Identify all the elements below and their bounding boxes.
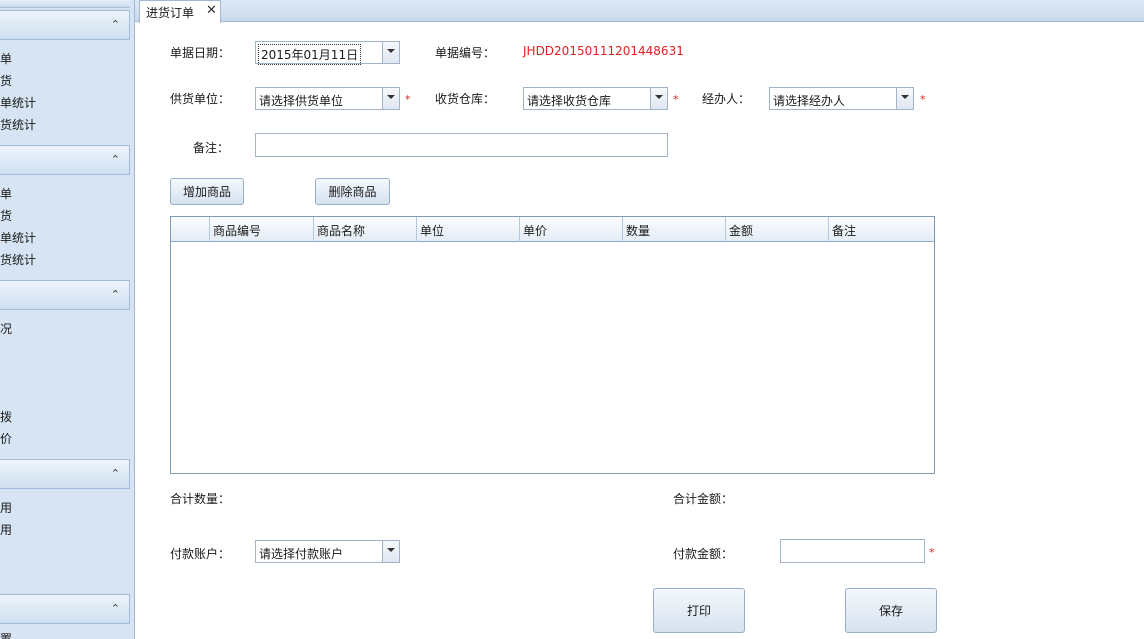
sidebar-item[interactable]: 货 [0, 207, 12, 224]
total-qty-label: 合计数量： [170, 492, 231, 506]
pay-amount-label: 付款金额： [673, 547, 734, 561]
date-label: 单据日期： [170, 46, 231, 60]
sidebar-item[interactable]: 用 [0, 521, 12, 538]
dropdown-button[interactable] [382, 541, 399, 562]
date-value: 2015年01月11日 [258, 44, 362, 65]
main-panel: 进货订单 ✕ 单据日期： 2015年01月11日 单据编号： JHDD20150… [135, 0, 1144, 639]
sidebar-group-header-3[interactable]: ⌃ [0, 280, 130, 310]
account-value: 请选择付款账户 [259, 547, 344, 561]
sidebar-group-header-2[interactable]: ⌃ [0, 145, 130, 175]
save-button[interactable]: 保存 [845, 588, 937, 633]
pay-amount-input[interactable] [780, 539, 925, 563]
sidebar-group-header-4[interactable]: ⌃ [0, 459, 130, 489]
remark-input[interactable] [255, 133, 668, 157]
chevron-down-icon [387, 548, 395, 552]
supplier-value: 请选择供货单位 [259, 94, 344, 108]
chevron-up-icon[interactable]: ⌃ [111, 153, 120, 166]
sidebar-group-header-5[interactable]: ⌃ [0, 594, 130, 624]
supplier-label: 供货单位： [170, 92, 231, 106]
required-mark: * [920, 93, 926, 106]
chevron-down-icon [901, 95, 909, 99]
sidebar-group-header-1[interactable]: ⌃ [0, 10, 130, 40]
remark-label: 备注： [193, 141, 230, 155]
warehouse-label: 收货仓库： [435, 92, 496, 106]
row-indicator-header [171, 217, 210, 242]
required-mark: * [405, 93, 411, 106]
sidebar-item[interactable]: 货统计 [0, 251, 36, 268]
docno-value: JHDD20150111201448631 [523, 44, 684, 58]
chevron-down-icon [387, 49, 395, 53]
chevron-up-icon[interactable]: ⌃ [111, 602, 120, 615]
table-header: 商品编号 商品名称 单位 单价 数量 金额 备注 [171, 217, 934, 242]
items-table[interactable]: 商品编号 商品名称 单位 单价 数量 金额 备注 [170, 216, 935, 474]
tab-label: 进货订单 [146, 6, 195, 20]
warehouse-value: 请选择收货仓库 [527, 94, 612, 108]
chevron-up-icon[interactable]: ⌃ [111, 288, 120, 301]
dropdown-button[interactable] [896, 88, 913, 109]
delete-item-button[interactable]: 删除商品 [315, 178, 390, 205]
close-icon[interactable]: ✕ [206, 3, 217, 18]
sidebar-item[interactable]: 单 [0, 50, 12, 67]
handler-select[interactable]: 请选择经办人 [769, 87, 914, 110]
date-picker[interactable]: 2015年01月11日 [255, 41, 400, 65]
column-header[interactable]: 备注 [829, 217, 934, 242]
sidebar-item[interactable]: 货统计 [0, 116, 36, 133]
column-header[interactable]: 商品名称 [314, 217, 417, 242]
tab-strip: 进货订单 ✕ [135, 0, 1144, 23]
required-mark: * [673, 93, 679, 106]
sidebar-item[interactable]: 拨 [0, 408, 12, 425]
handler-label: 经办人： [702, 92, 751, 106]
chevron-up-icon[interactable]: ⌃ [111, 18, 120, 31]
docno-label: 单据编号： [435, 46, 496, 60]
supplier-select[interactable]: 请选择供货单位 [255, 87, 400, 110]
tab-purchase-order[interactable]: 进货订单 ✕ [139, 0, 221, 23]
chevron-up-icon[interactable]: ⌃ [111, 467, 120, 480]
dropdown-button[interactable] [650, 88, 667, 109]
sidebar-item[interactable]: 况 [0, 320, 12, 337]
column-header[interactable]: 单位 [417, 217, 520, 242]
sidebar-item[interactable]: 价 [0, 430, 12, 447]
sidebar-item[interactable]: 单 [0, 185, 12, 202]
column-header[interactable]: 单价 [520, 217, 623, 242]
handler-value: 请选择经办人 [773, 94, 846, 108]
sidebar: ⌃ 单 货 单统计 货统计 ⌃ 单 货 单统计 货统计 ⌃ 况 拨 价 ⌃ 用 … [0, 0, 135, 639]
dropdown-button[interactable] [382, 88, 399, 109]
column-header[interactable]: 商品编号 [210, 217, 314, 242]
sidebar-item[interactable]: 置 [0, 630, 12, 639]
sidebar-item[interactable]: 货 [0, 72, 12, 89]
chevron-down-icon [387, 95, 395, 99]
chevron-down-icon [655, 95, 663, 99]
column-header[interactable]: 金额 [726, 217, 829, 242]
dropdown-button[interactable] [382, 42, 399, 63]
print-button[interactable]: 打印 [653, 588, 745, 633]
warehouse-select[interactable]: 请选择收货仓库 [523, 87, 668, 110]
required-mark: * [929, 546, 935, 559]
sidebar-top-edge [0, 0, 130, 8]
account-select[interactable]: 请选择付款账户 [255, 540, 400, 563]
sidebar-item[interactable]: 单统计 [0, 229, 36, 246]
total-amount-label: 合计金额： [673, 492, 734, 506]
add-item-button[interactable]: 增加商品 [170, 178, 244, 205]
sidebar-item[interactable]: 用 [0, 499, 12, 516]
sidebar-item[interactable]: 单统计 [0, 94, 36, 111]
column-header[interactable]: 数量 [623, 217, 726, 242]
account-label: 付款账户： [170, 547, 231, 561]
